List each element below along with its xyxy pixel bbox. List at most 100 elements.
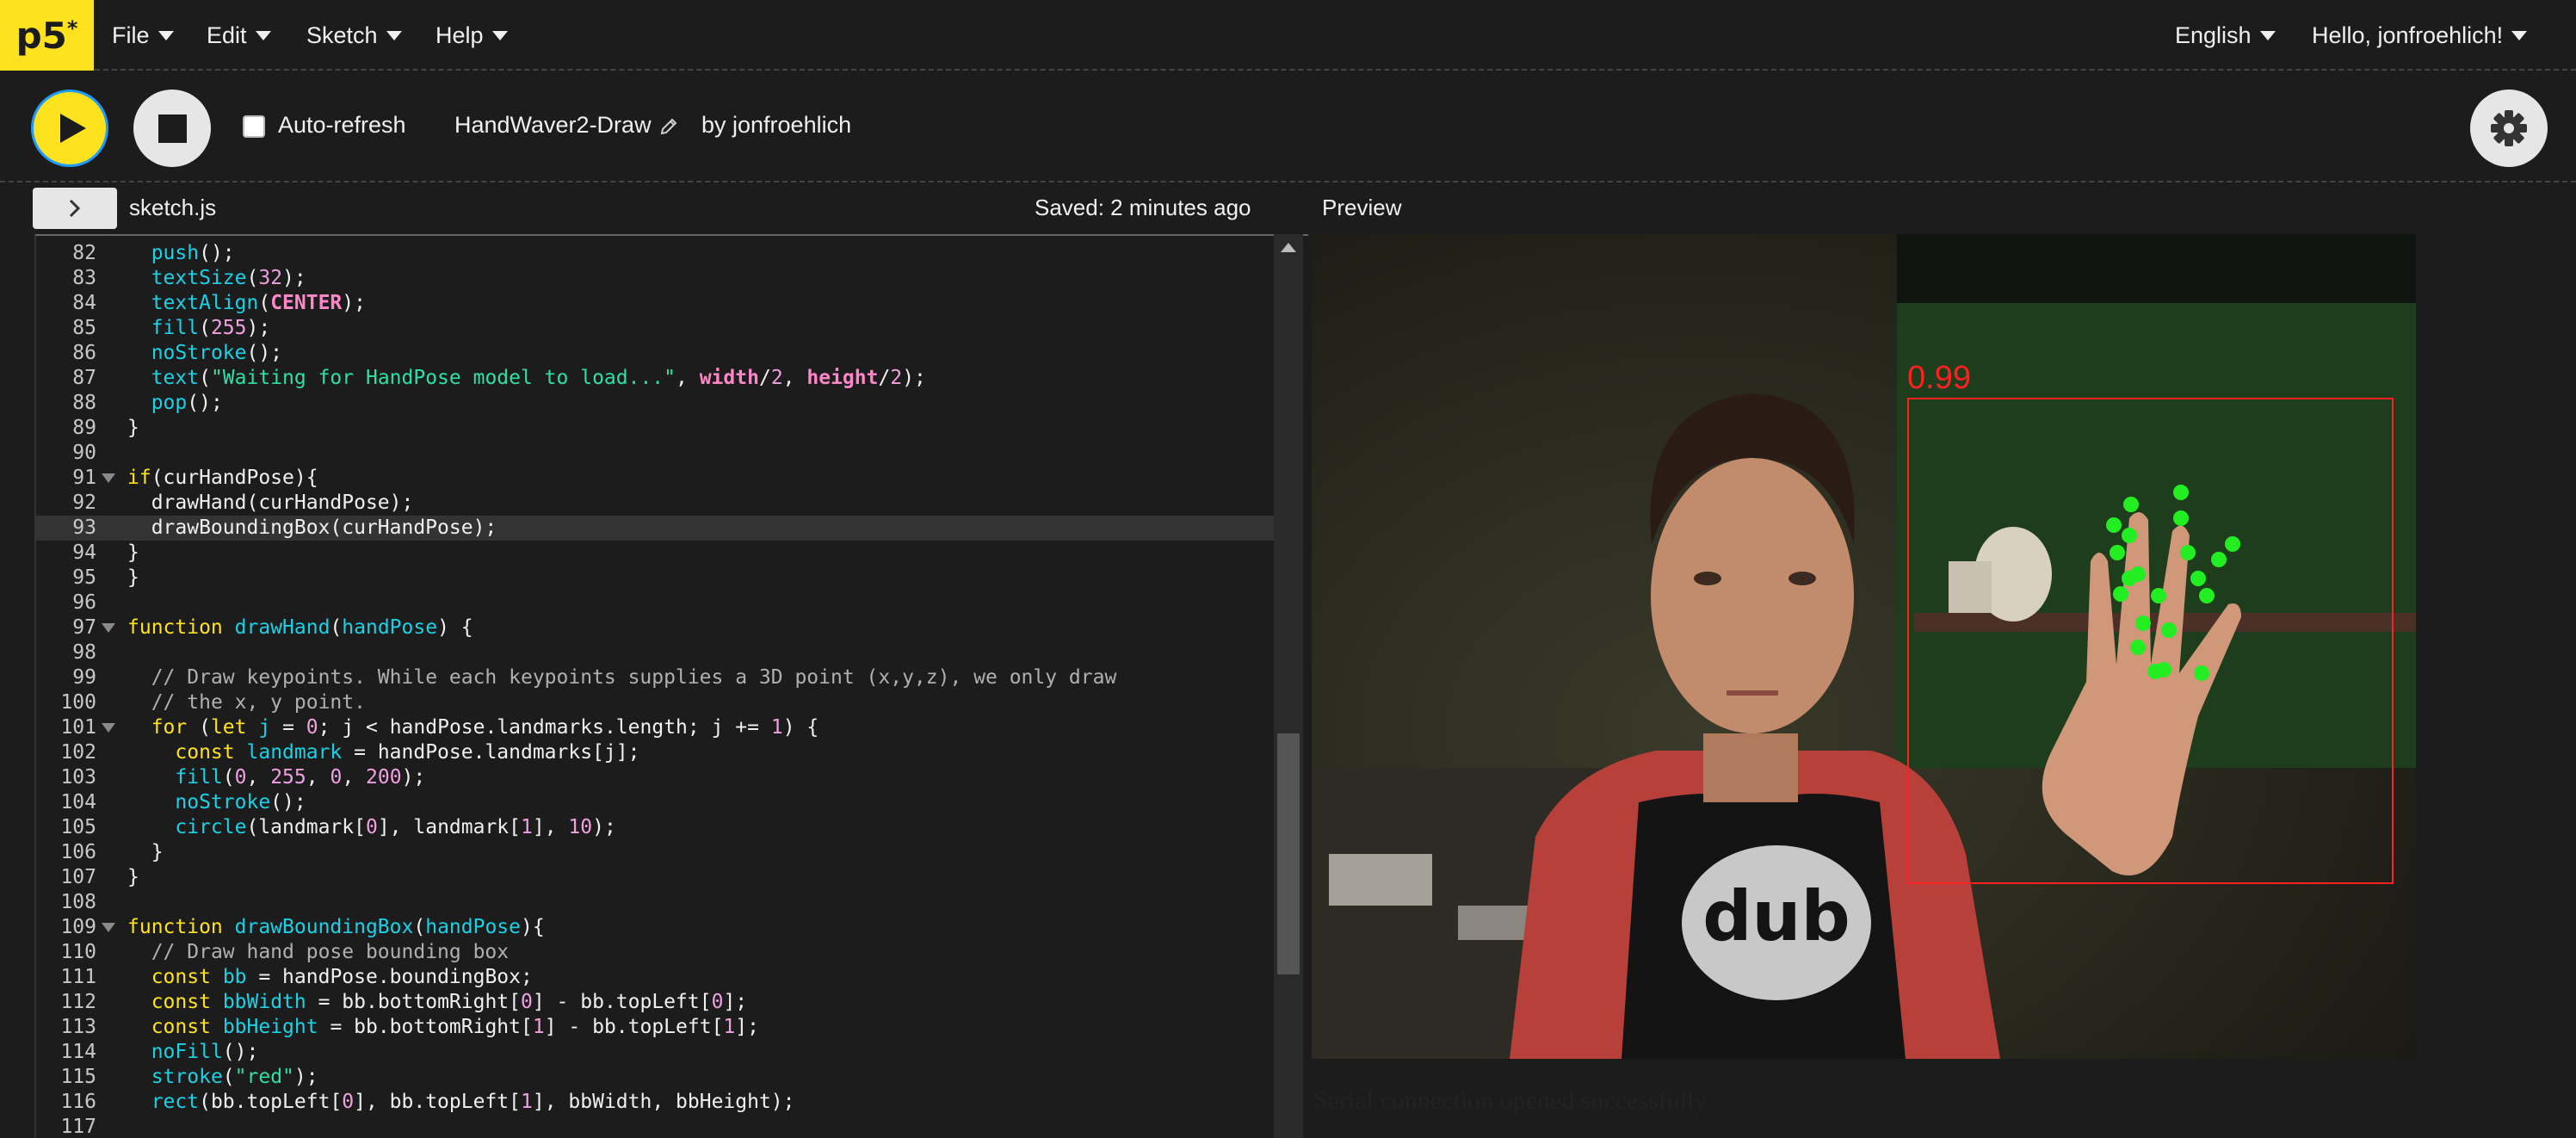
caret-down-icon xyxy=(255,30,271,40)
code-line[interactable]: 102 const landmark = handPose.landmarks[… xyxy=(36,740,1276,765)
code-line[interactable]: 86 noStroke(); xyxy=(36,341,1276,366)
line-number: 88 xyxy=(72,392,96,414)
expand-sidebar-button[interactable] xyxy=(33,188,117,229)
stop-button[interactable] xyxy=(133,90,211,167)
auto-refresh-label[interactable]: Auto-refresh xyxy=(278,112,406,139)
code-line[interactable]: 93 drawBoundingBox(curHandPose); xyxy=(36,516,1276,541)
code-line[interactable]: 104 noStroke(); xyxy=(36,790,1276,815)
keypoint-dot xyxy=(2106,517,2122,533)
settings-button[interactable] xyxy=(2470,90,2548,167)
code-line[interactable]: 100 // the x, y point. xyxy=(36,690,1276,715)
code-line[interactable]: 106 } xyxy=(36,840,1276,865)
code-line[interactable]: 90 xyxy=(36,441,1276,466)
code-line[interactable]: 101 for (let j = 0; j < handPose.landmar… xyxy=(36,715,1276,740)
file-tab-name[interactable]: sketch.js xyxy=(129,195,216,221)
code-text: noStroke(); xyxy=(151,342,283,364)
code-text: fill(255); xyxy=(151,317,271,339)
code-line[interactable]: 105 circle(landmark[0], landmark[1], 10)… xyxy=(36,815,1276,840)
code-line[interactable]: 91 if(curHandPose){ xyxy=(36,466,1276,491)
preview-label: Preview xyxy=(1322,195,1402,220)
saved-status: Saved: 2 minutes ago xyxy=(1035,195,1251,220)
code-line[interactable]: 83 textSize(32); xyxy=(36,266,1276,291)
keypoint-dot xyxy=(2130,640,2146,655)
menu-file[interactable]: File xyxy=(112,0,174,71)
auto-refresh-checkbox[interactable] xyxy=(243,115,265,138)
user-greeting: Hello, jonfroehlich! xyxy=(2312,22,2504,48)
code-line[interactable]: 108 xyxy=(36,890,1276,915)
code-line[interactable]: 114 noFill(); xyxy=(36,1040,1276,1065)
menu-help[interactable]: Help xyxy=(436,0,508,71)
code-line[interactable]: 109 function drawBoundingBox(handPose){ xyxy=(36,915,1276,940)
fold-toggle-icon[interactable] xyxy=(102,473,115,483)
sketch-name[interactable]: HandWaver2-Draw xyxy=(454,112,652,139)
menu-file-label: File xyxy=(112,22,150,48)
tshirt-logo-text: dub xyxy=(1702,876,1850,956)
keypoint-dot xyxy=(2211,552,2227,567)
code-line[interactable]: 107} xyxy=(36,865,1276,890)
logo-text: p5 xyxy=(15,14,67,57)
fold-toggle-icon[interactable] xyxy=(102,723,115,733)
code-line[interactable]: 103 fill(0, 255, 0, 200); xyxy=(36,765,1276,790)
code-text: fill(0, 255, 0, 200); xyxy=(175,766,426,789)
code-line[interactable]: 96 xyxy=(36,591,1276,615)
line-number: 110 xyxy=(60,941,96,963)
code-editor[interactable]: 82 push(); 83 textSize(32); 84 textAlign(C… xyxy=(34,234,1308,1138)
line-number: 112 xyxy=(60,991,96,1013)
keypoint-dot xyxy=(2161,622,2177,638)
code-line[interactable]: 116 rect(bb.topLeft[0], bb.topLeft[1], b… xyxy=(36,1090,1276,1115)
code-line[interactable]: 113 const bbHeight = bb.bottomRight[1] -… xyxy=(36,1015,1276,1040)
code-line[interactable]: 110 // Draw hand pose bounding box xyxy=(36,940,1276,965)
code-text: function drawHand(handPose) { xyxy=(127,616,473,639)
line-number: 92 xyxy=(72,492,96,514)
code-line[interactable]: 94} xyxy=(36,541,1276,566)
code-line[interactable]: 95} xyxy=(36,566,1276,591)
code-text: const bbHeight = bb.bottomRight[1] - bb.… xyxy=(151,1016,759,1038)
fold-toggle-icon[interactable] xyxy=(102,923,115,932)
code-line[interactable]: 92 drawHand(curHandPose); xyxy=(36,491,1276,516)
code-line[interactable]: 99 // Draw keypoints. While each keypoin… xyxy=(36,665,1276,690)
editor-scrollbar[interactable] xyxy=(1274,234,1303,1138)
caret-down-icon xyxy=(2511,30,2528,40)
code-line[interactable]: 115 stroke("red"); xyxy=(36,1065,1276,1090)
line-number: 90 xyxy=(72,442,96,464)
language-menu[interactable]: English xyxy=(2175,0,2276,71)
code-line[interactable]: 117 xyxy=(36,1115,1276,1138)
code-text: circle(landmark[0], landmark[1], 10); xyxy=(175,816,616,838)
scroll-up-icon[interactable] xyxy=(1281,243,1296,252)
code-line[interactable]: 85 fill(255); xyxy=(36,316,1276,341)
fold-toggle-icon[interactable] xyxy=(102,623,115,633)
code-line[interactable]: 111 const bb = handPose.boundingBox; xyxy=(36,965,1276,990)
line-number: 101 xyxy=(60,716,96,739)
preview-canvas[interactable]: dub 0.99 xyxy=(1312,234,2416,1059)
keypoint-dot xyxy=(2180,545,2196,560)
line-number: 87 xyxy=(72,367,96,389)
code-line[interactable]: 89} xyxy=(36,416,1276,441)
user-menu[interactable]: Hello, jonfroehlich! xyxy=(2312,0,2528,71)
code-line[interactable]: 98 xyxy=(36,640,1276,665)
keypoint-dot xyxy=(2194,665,2209,681)
code-line[interactable]: 87 text("Waiting for HandPose model to l… xyxy=(36,366,1276,391)
code-line[interactable]: 88 pop(); xyxy=(36,391,1276,416)
code-text: // Draw keypoints. While each keypoints … xyxy=(151,666,1117,689)
pencil-icon[interactable] xyxy=(659,117,678,136)
scrollbar-thumb[interactable] xyxy=(1277,733,1300,974)
code-text: drawHand(curHandPose); xyxy=(127,492,414,514)
toolbar: Auto-refresh HandWaver2-Draw by jonfroeh… xyxy=(0,72,2576,182)
code-line[interactable]: 84 textAlign(CENTER); xyxy=(36,291,1276,316)
code-line[interactable]: 112 const bbWidth = bb.bottomRight[0] - … xyxy=(36,990,1276,1015)
code-line[interactable]: 82 push(); xyxy=(36,241,1276,266)
line-number: 117 xyxy=(60,1116,96,1138)
code-line[interactable]: 97 function drawHand(handPose) { xyxy=(36,615,1276,640)
code-text: text("Waiting for HandPose model to load… xyxy=(151,367,926,389)
line-number: 82 xyxy=(72,242,96,264)
play-button[interactable] xyxy=(31,90,108,167)
p5-logo[interactable]: p5 * xyxy=(0,0,94,71)
menu-edit-label: Edit xyxy=(207,22,247,48)
gear-icon xyxy=(2491,110,2527,146)
keypoint-dot xyxy=(2122,528,2137,543)
line-number: 104 xyxy=(60,791,96,813)
keypoint-dot xyxy=(2151,588,2166,603)
keypoint-dot xyxy=(2135,615,2151,631)
menu-sketch[interactable]: Sketch xyxy=(306,0,402,71)
menu-edit[interactable]: Edit xyxy=(207,0,271,71)
